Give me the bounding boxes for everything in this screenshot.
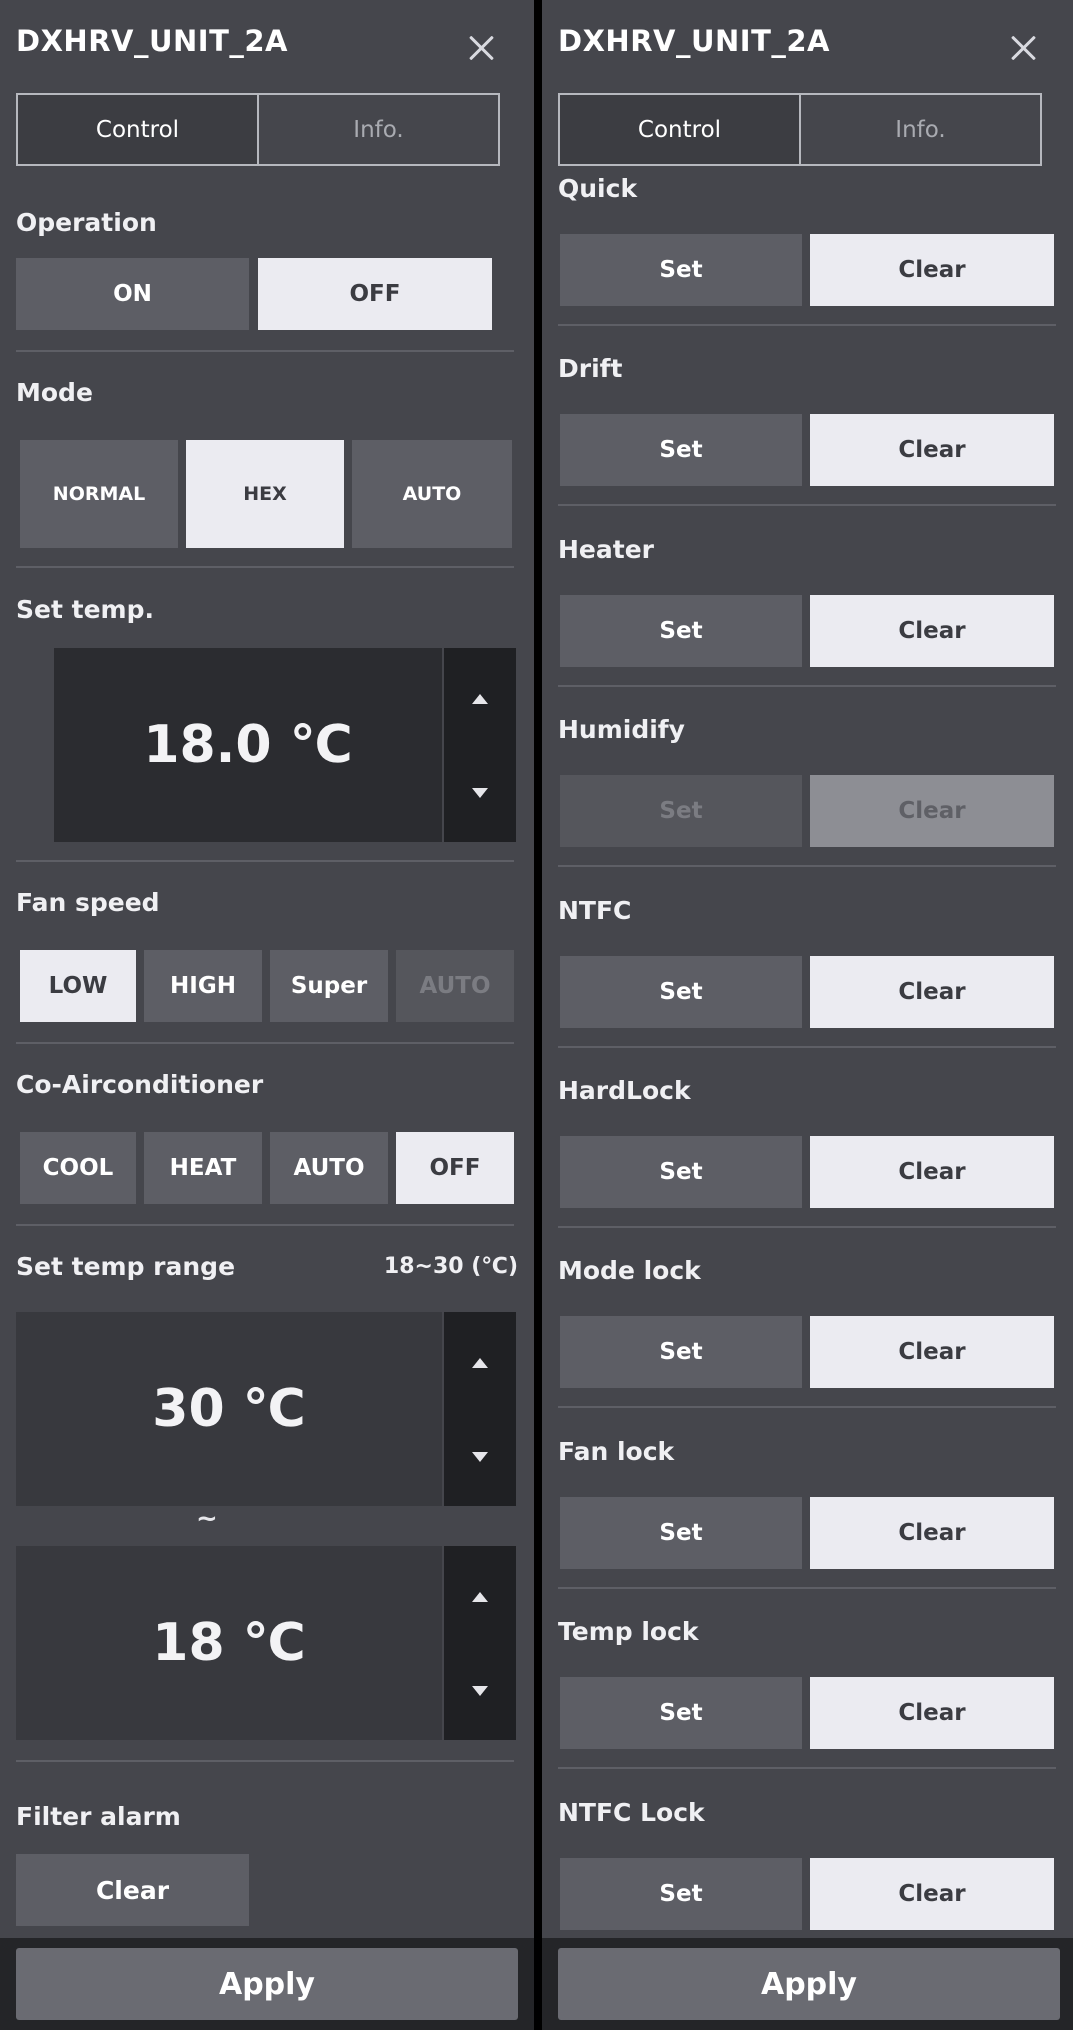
temp-down-icon[interactable]	[472, 788, 488, 798]
divider	[16, 1760, 514, 1762]
divider	[16, 1224, 514, 1226]
tab-info[interactable]: Info.	[801, 95, 1040, 164]
divider	[558, 684, 1056, 687]
divider	[16, 350, 514, 352]
co-heat-button[interactable]: HEAT	[144, 1132, 262, 1204]
set-temp-label: Set temp.	[16, 595, 154, 624]
divider	[16, 1042, 514, 1044]
tab-control[interactable]: Control	[18, 95, 259, 164]
temp-lock-set-button[interactable]: Set	[560, 1677, 802, 1750]
drift-set-button[interactable]: Set	[560, 414, 802, 487]
divider	[558, 1767, 1056, 1770]
row-label-humidify: Humidify	[558, 715, 685, 745]
heater-clear-button[interactable]: Clear	[810, 594, 1054, 667]
operation-on-button[interactable]: ON	[16, 258, 249, 330]
fan-lock-set-button[interactable]: Set	[560, 1496, 802, 1569]
close-icon[interactable]	[466, 33, 496, 63]
row-label-ntfc: NTFC	[558, 895, 632, 925]
quick-set-button[interactable]: Set	[560, 234, 802, 306]
row-label-hardlock: HardLock	[558, 1076, 691, 1105]
mode-label: Mode	[16, 378, 93, 407]
temp-up-icon[interactable]	[472, 694, 488, 704]
temp-range-label: Set temp range	[16, 1252, 236, 1281]
fan-speed-label: Fan speed	[16, 888, 160, 917]
divider	[558, 1406, 1056, 1409]
filter-alarm-label: Filter alarm	[16, 1802, 181, 1831]
upper-temp-stepper	[442, 1312, 516, 1506]
fan-low-button[interactable]: LOW	[20, 950, 136, 1022]
co-auto-button[interactable]: AUTO	[270, 1132, 388, 1204]
drift-clear-button[interactable]: Clear	[810, 414, 1054, 487]
divider	[558, 1586, 1056, 1589]
divider	[16, 566, 514, 568]
divider	[558, 1226, 1056, 1228]
operation-label: Operation	[16, 208, 157, 237]
divider	[558, 1045, 1056, 1048]
unit-title: DXHRV_UNIT_2A	[558, 24, 830, 58]
fan-super-button[interactable]: Super	[270, 950, 388, 1022]
upper-down-icon[interactable]	[472, 1452, 488, 1462]
co-cool-button[interactable]: COOL	[20, 1132, 136, 1204]
divider	[558, 324, 1056, 326]
range-separator: ~	[196, 1504, 218, 1534]
hardlock-clear-button[interactable]: Clear	[810, 1136, 1054, 1208]
tab-info[interactable]: Info.	[259, 95, 498, 164]
lower-temp-value: 18 ℃	[16, 1546, 442, 1740]
row-label-fan-lock: Fan lock	[558, 1436, 675, 1466]
control-panel-left: DXHRV_UNIT_2A Control Info. Operation ON…	[0, 0, 534, 2030]
tab-bar: Control Info.	[558, 93, 1042, 166]
upper-temp-value: 30 ℃	[16, 1312, 442, 1506]
upper-up-icon[interactable]	[472, 1358, 488, 1368]
temp-range-limits: 18~30 (℃)	[383, 1254, 518, 1279]
tab-control[interactable]: Control	[560, 95, 801, 164]
fan-high-button[interactable]: HIGH	[144, 950, 262, 1022]
mode-auto-button[interactable]: AUTO	[352, 440, 512, 548]
co-aircon-label: Co-Airconditioner	[16, 1070, 264, 1099]
lower-temp-stepper	[442, 1546, 516, 1740]
set-temp-value: 18.0 ℃	[54, 648, 442, 842]
lower-temp-control: 18 ℃	[16, 1546, 516, 1740]
fan-lock-clear-button[interactable]: Clear	[810, 1496, 1054, 1569]
filter-clear-button[interactable]: Clear	[16, 1854, 249, 1926]
lower-down-icon[interactable]	[472, 1686, 488, 1696]
ntfc-lock-set-button[interactable]: Set	[560, 1857, 802, 1930]
row-label-temp-lock: Temp lock	[558, 1617, 699, 1647]
divider	[558, 865, 1056, 868]
humidify-clear-button[interactable]: Clear	[810, 775, 1054, 848]
apply-button[interactable]: Apply	[16, 1948, 518, 2020]
mode-lock-set-button[interactable]: Set	[560, 1316, 802, 1389]
ntfc-set-button[interactable]: Set	[560, 955, 802, 1028]
mode-hex-button[interactable]: HEX	[186, 440, 344, 548]
close-icon[interactable]	[1008, 33, 1038, 63]
co-off-button[interactable]: OFF	[396, 1132, 514, 1204]
temp-lock-clear-button[interactable]: Clear	[810, 1677, 1054, 1750]
ntfc-lock-clear-button[interactable]: Clear	[810, 1857, 1054, 1930]
row-label-ntfc-lock: NTFC Lock	[558, 1797, 705, 1827]
set-temp-stepper	[442, 648, 516, 842]
heater-set-button[interactable]: Set	[560, 594, 802, 667]
row-label-drift: Drift	[558, 354, 623, 384]
tab-bar: Control Info.	[16, 93, 500, 166]
quick-clear-button[interactable]: Clear	[810, 234, 1054, 306]
row-label-quick: Quick	[558, 174, 638, 203]
mode-normal-button[interactable]: NORMAL	[20, 440, 178, 548]
mode-lock-clear-button[interactable]: Clear	[810, 1316, 1054, 1389]
operation-off-button[interactable]: OFF	[258, 258, 492, 330]
divider	[16, 860, 514, 862]
ntfc-clear-button[interactable]: Clear	[810, 955, 1054, 1028]
row-label-heater: Heater	[558, 534, 654, 564]
set-temp-control: 18.0 ℃	[54, 648, 516, 842]
fan-auto-button[interactable]: AUTO	[396, 950, 514, 1022]
apply-button[interactable]: Apply	[558, 1948, 1060, 2020]
divider	[558, 504, 1056, 507]
upper-temp-control: 30 ℃	[16, 1312, 516, 1506]
control-panel-right: DXHRV_UNIT_2A Control Info. Quick Set Clea…	[542, 0, 1073, 2030]
panel-header: DXHRV_UNIT_2A	[542, 0, 1073, 92]
row-label-mode-lock: Mode lock	[558, 1256, 701, 1286]
panel-header: DXHRV_UNIT_2A	[0, 0, 534, 92]
humidify-set-button[interactable]: Set	[560, 775, 802, 848]
lower-up-icon[interactable]	[472, 1592, 488, 1602]
unit-title: DXHRV_UNIT_2A	[16, 24, 288, 58]
hardlock-set-button[interactable]: Set	[560, 1136, 802, 1208]
